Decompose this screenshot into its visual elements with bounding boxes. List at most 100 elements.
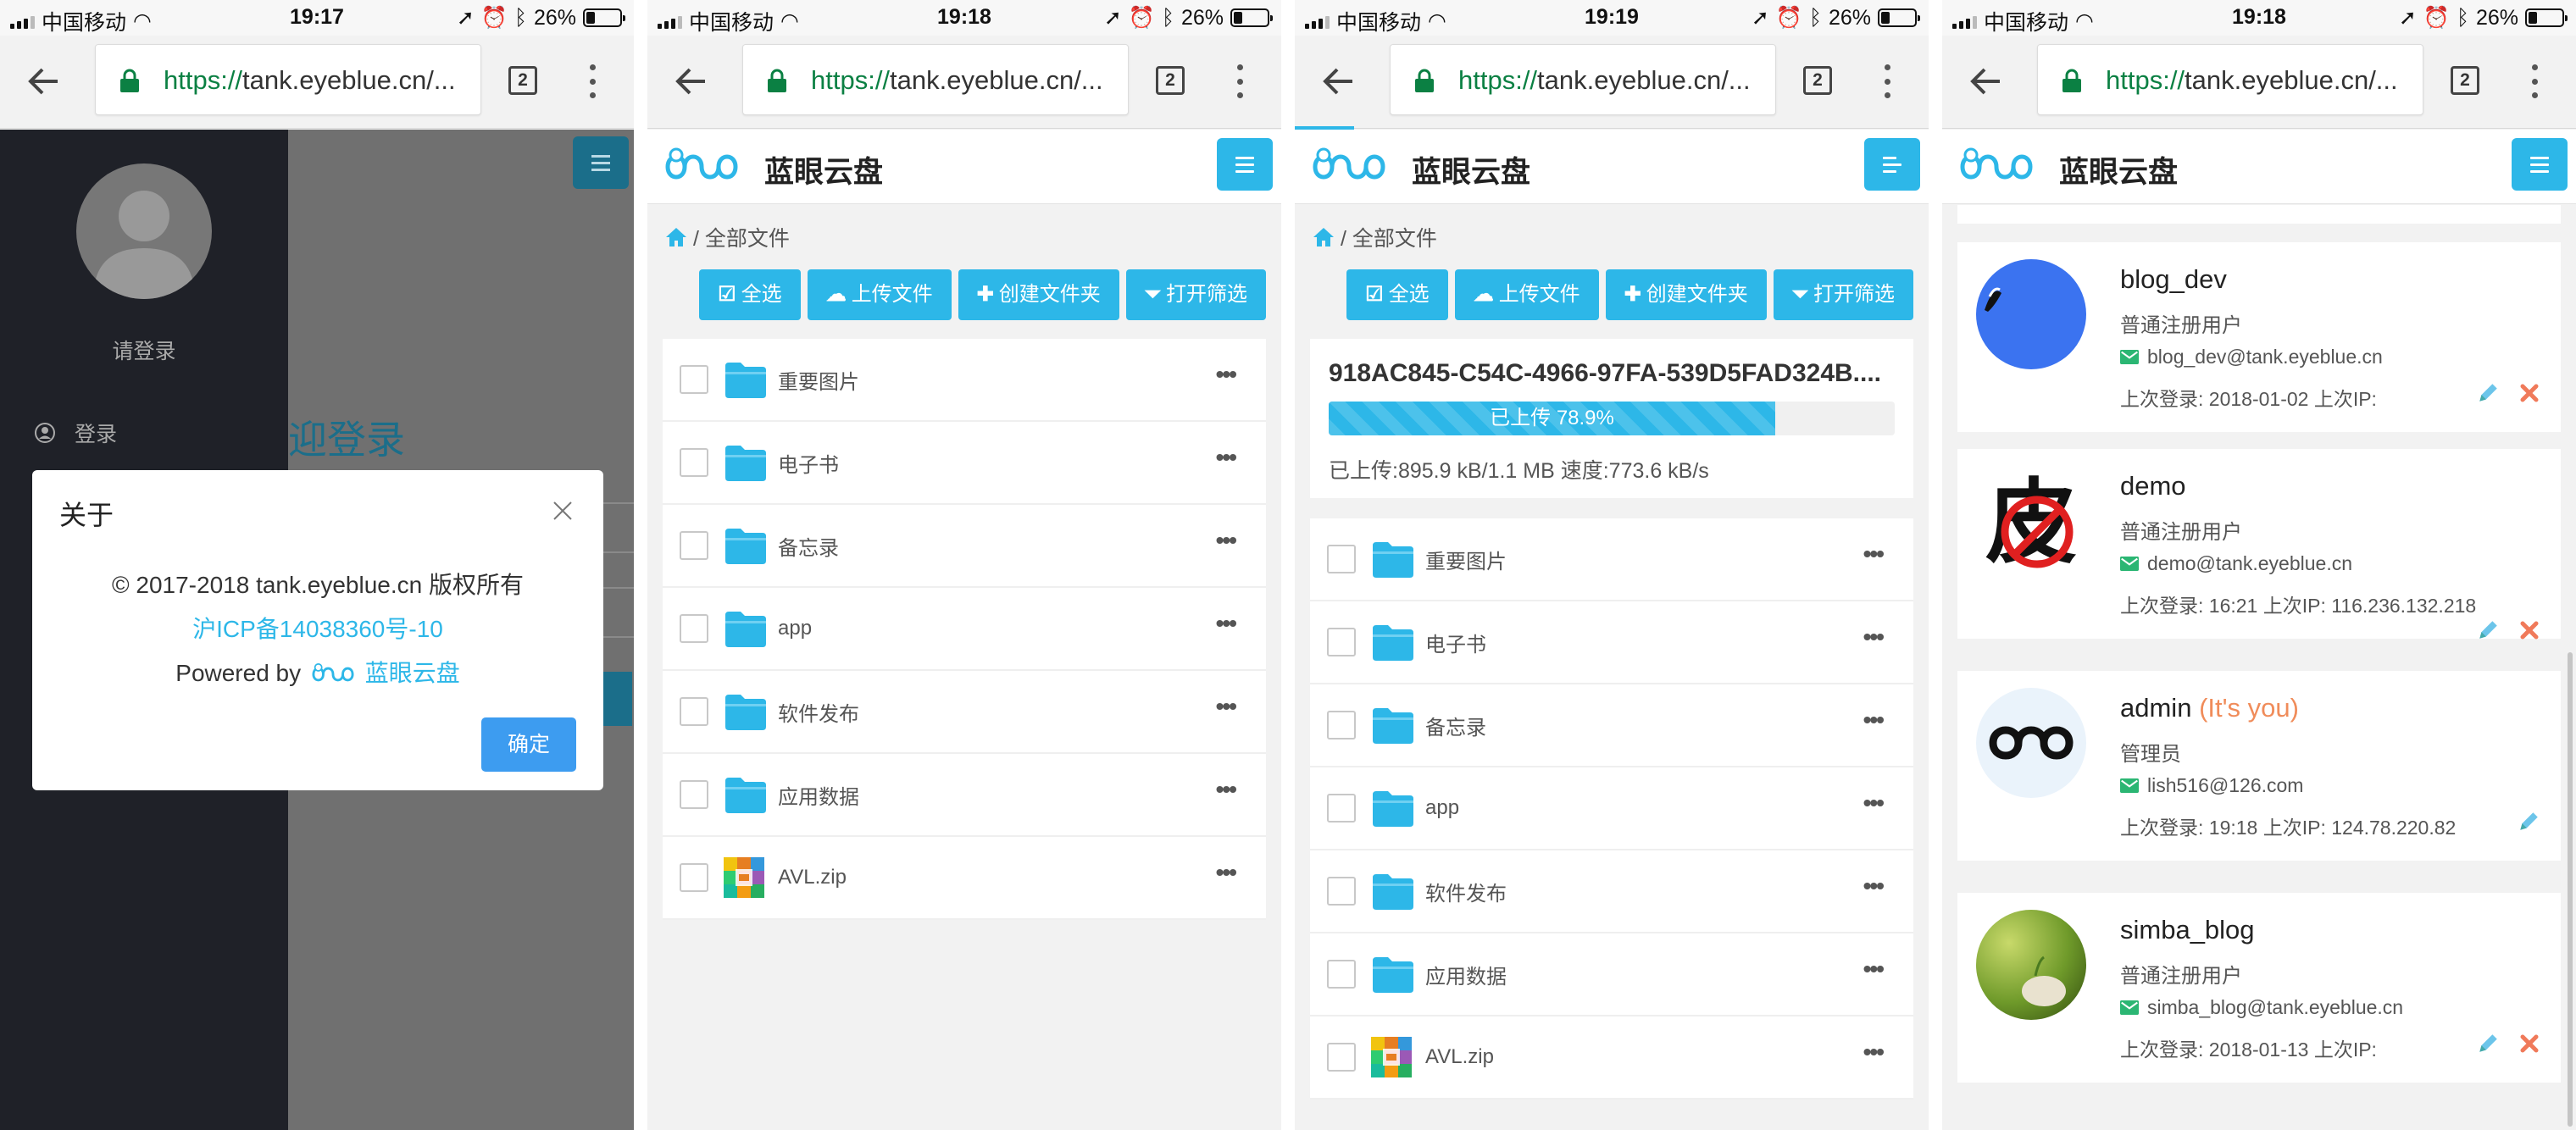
more-options-icon[interactable]: •••	[1863, 1039, 1885, 1066]
more-options-icon[interactable]: •••	[1863, 872, 1885, 900]
more-options-icon[interactable]: •••	[1216, 527, 1237, 554]
more-options-icon[interactable]: •••	[1216, 610, 1237, 637]
back-arrow-icon[interactable]	[25, 63, 63, 100]
edit-pencil-icon[interactable]	[2476, 381, 2500, 405]
avatar[interactable]: 皮	[1976, 466, 2086, 576]
tab-count-button[interactable]: 2	[508, 66, 537, 95]
more-options-icon[interactable]: •••	[1863, 706, 1885, 734]
brand-name[interactable]: 蓝眼云盘	[1412, 148, 1530, 191]
user-card[interactable]: simba_blog 普通注册用户 simba_blog@tank.eyeblu…	[1957, 893, 2561, 1083]
file-name[interactable]: app	[778, 617, 812, 640]
user-card[interactable]: 皮 demo 普通注册用户 demo@tank.eyeblue.cn 上次登录:…	[1957, 449, 2561, 639]
user-card[interactable]: admin (It's you) 管理员 lish516@126.com 上次登…	[1957, 671, 2561, 861]
edit-pencil-icon[interactable]	[2517, 810, 2540, 834]
file-name[interactable]: 软件发布	[778, 697, 859, 727]
file-name[interactable]: AVL.zip	[1425, 1045, 1494, 1069]
icp-link[interactable]: 沪ICP备14038360号-10	[32, 607, 603, 651]
file-name[interactable]: 重要图片	[1425, 545, 1507, 574]
tab-count-button[interactable]: 2	[1156, 66, 1185, 95]
file-name[interactable]: 备忘录	[778, 531, 839, 561]
file-name[interactable]: AVL.zip	[778, 866, 847, 889]
file-row[interactable]: 应用数据 •••	[1310, 933, 1913, 1016]
back-arrow-icon[interactable]	[1320, 63, 1357, 100]
address-bar[interactable]: https://tank.eyeblue.cn/...	[95, 44, 481, 115]
home-icon[interactable]	[664, 226, 688, 248]
user-card[interactable]: blog_dev 普通注册用户 blog_dev@tank.eyeblue.cn…	[1957, 242, 2561, 432]
address-bar[interactable]: https://tank.eyeblue.cn/...	[742, 44, 1129, 115]
user-name[interactable]: blog_dev	[2120, 264, 2227, 295]
file-row[interactable]: AVL.zip •••	[1310, 1016, 1913, 1100]
file-name[interactable]: 重要图片	[778, 365, 859, 395]
row-checkbox[interactable]	[680, 780, 708, 809]
brand-logo-icon[interactable]	[1310, 145, 1388, 189]
upload-button[interactable]: ☁ 上传文件	[1454, 269, 1599, 320]
user-name[interactable]: admin (It's you)	[2120, 693, 2299, 723]
user-name[interactable]: demo	[2120, 471, 2186, 501]
avatar[interactable]	[1976, 259, 2086, 369]
back-arrow-icon[interactable]	[673, 63, 710, 100]
row-checkbox[interactable]	[680, 365, 708, 394]
file-row[interactable]: 电子书 •••	[1310, 601, 1913, 684]
filter-button[interactable]: ⏷ 打开筛选	[1773, 269, 1913, 320]
file-row[interactable]: AVL.zip •••	[663, 837, 1266, 920]
row-checkbox[interactable]	[680, 614, 708, 643]
file-row[interactable]: 应用数据 •••	[663, 754, 1266, 837]
scrollbar[interactable]	[2568, 652, 2573, 1127]
row-checkbox[interactable]	[680, 531, 708, 560]
file-name[interactable]: 应用数据	[1425, 960, 1507, 989]
menu-toggle-button[interactable]	[1217, 138, 1273, 191]
file-row[interactable]: 电子书 •••	[663, 422, 1266, 505]
more-options-icon[interactable]: •••	[1216, 693, 1237, 720]
powered-brand-link[interactable]: 蓝眼云盘	[365, 660, 460, 686]
brand-name[interactable]: 蓝眼云盘	[2059, 148, 2178, 191]
browser-menu-icon[interactable]	[1235, 64, 1244, 98]
sidebar-item-login[interactable]: 登录	[34, 418, 117, 448]
menu-toggle-button[interactable]	[2512, 138, 2568, 191]
brand-logo-icon[interactable]	[663, 145, 741, 189]
file-row[interactable]: 备忘录 •••	[1310, 684, 1913, 767]
create-folder-button[interactable]: ✚ 创建文件夹	[958, 269, 1119, 320]
create-folder-button[interactable]: ✚ 创建文件夹	[1605, 269, 1767, 320]
more-options-icon[interactable]: •••	[1216, 361, 1237, 388]
file-name[interactable]: 应用数据	[778, 780, 859, 810]
avatar[interactable]	[1976, 910, 2086, 1020]
user-name[interactable]: simba_blog	[2120, 915, 2255, 945]
row-checkbox[interactable]	[1327, 545, 1356, 573]
more-options-icon[interactable]: •••	[1216, 444, 1237, 471]
more-options-icon[interactable]: •••	[1863, 623, 1885, 651]
more-options-icon[interactable]: •••	[1216, 776, 1237, 803]
menu-toggle-button[interactable]	[1864, 138, 1920, 191]
tab-count-button[interactable]: 2	[2451, 66, 2479, 95]
brand-logo-icon[interactable]	[1957, 145, 2035, 189]
file-row[interactable]: app •••	[1310, 767, 1913, 850]
file-name[interactable]: 电子书	[778, 448, 839, 478]
ok-button[interactable]: 确定	[481, 717, 576, 772]
upload-button[interactable]: ☁ 上传文件	[807, 269, 952, 320]
home-icon[interactable]	[1312, 226, 1335, 248]
row-checkbox[interactable]	[680, 697, 708, 726]
address-bar[interactable]: https://tank.eyeblue.cn/...	[1390, 44, 1776, 115]
avatar[interactable]	[1976, 688, 2086, 798]
delete-cross-icon[interactable]	[2518, 1033, 2540, 1055]
file-row[interactable]: 重要图片 •••	[1310, 518, 1913, 601]
file-row[interactable]: 备忘录 •••	[663, 505, 1266, 588]
edit-pencil-icon[interactable]	[2476, 1032, 2500, 1055]
file-row[interactable]: 软件发布 •••	[1310, 850, 1913, 933]
file-name[interactable]: 备忘录	[1425, 711, 1486, 740]
browser-menu-icon[interactable]	[2530, 64, 2539, 98]
row-checkbox[interactable]	[680, 863, 708, 892]
more-options-icon[interactable]: •••	[1863, 540, 1885, 568]
file-row[interactable]: 软件发布 •••	[663, 671, 1266, 754]
delete-cross-icon[interactable]	[2518, 619, 2540, 641]
row-checkbox[interactable]	[1327, 960, 1356, 989]
more-options-icon[interactable]: •••	[1216, 859, 1237, 886]
edit-pencil-icon[interactable]	[2476, 618, 2500, 642]
row-checkbox[interactable]	[1327, 877, 1356, 906]
filter-button[interactable]: ⏷ 打开筛选	[1125, 269, 1266, 320]
back-arrow-icon[interactable]	[1968, 63, 2005, 100]
select-all-button[interactable]: ☑ 全选	[699, 269, 801, 320]
file-name[interactable]: 电子书	[1425, 628, 1486, 657]
file-row[interactable]: 重要图片 •••	[663, 339, 1266, 422]
browser-menu-icon[interactable]	[588, 64, 597, 98]
more-options-icon[interactable]: •••	[1863, 789, 1885, 817]
